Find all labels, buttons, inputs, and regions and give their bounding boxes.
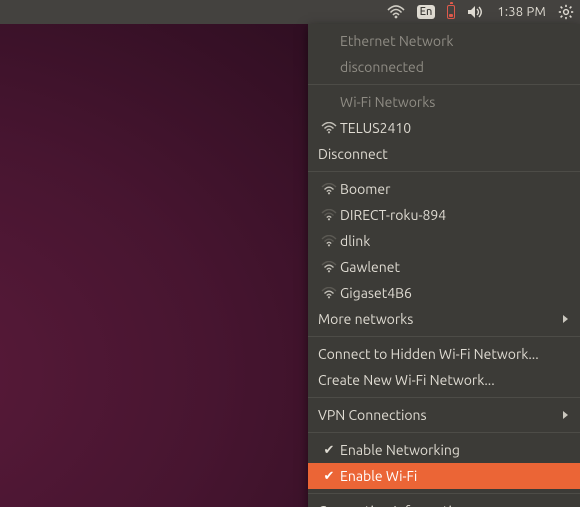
vpn-connections[interactable]: VPN Connections [308,402,580,428]
menu-separator [308,493,580,494]
wifi-network-item[interactable]: Gigaset4B6 [308,280,580,306]
wifi-signal-icon [318,209,340,221]
more-networks[interactable]: More networks [308,306,580,332]
connect-hidden-network[interactable]: Connect to Hidden Wi-Fi Network... [308,341,580,367]
language-indicator[interactable]: En [417,0,436,24]
connection-information[interactable]: Connection Information [308,498,580,507]
wifi-signal-icon [318,261,340,273]
clock[interactable]: 1:38 PM [497,0,546,24]
wifi-network-label: Gigaset4B6 [340,285,568,301]
wifi-section-header: Wi-Fi Networks [308,89,580,115]
enable-networking-label: Enable Networking [340,442,568,458]
battery-indicator-icon[interactable] [447,0,455,24]
ethernet-section-header: Ethernet Network [308,28,580,54]
wifi-network-label: DIRECT-roku-894 [340,207,568,223]
wifi-connected-network[interactable]: TELUS2410 [308,115,580,141]
submenu-arrow-icon [563,315,568,323]
wifi-network-item[interactable]: Boomer [308,176,580,202]
menu-separator [308,171,580,172]
checkmark-icon: ✔ [324,469,335,484]
menu-separator [308,432,580,433]
wifi-network-item[interactable]: DIRECT-roku-894 [308,202,580,228]
menu-separator [308,84,580,85]
wifi-network-item[interactable]: dlink [308,228,580,254]
session-gear-icon[interactable] [558,0,574,24]
wifi-signal-icon [318,183,340,195]
wifi-disconnect[interactable]: Disconnect [308,141,580,167]
volume-indicator-icon[interactable] [467,0,485,24]
ethernet-status-label: disconnected [340,59,568,75]
network-indicator-menu: Ethernet Network disconnected Wi-Fi Netw… [308,24,580,507]
wifi-network-label: Gawlenet [340,259,568,275]
wifi-network-item[interactable]: Gawlenet [308,254,580,280]
submenu-arrow-icon [563,411,568,419]
enable-wifi-label: Enable Wi-Fi [340,468,568,484]
wifi-header-label: Wi-Fi Networks [340,94,568,110]
wifi-signal-icon [318,122,340,134]
wifi-network-label: TELUS2410 [340,120,568,136]
wifi-network-label: Boomer [340,181,568,197]
connect-hidden-label: Connect to Hidden Wi-Fi Network... [318,346,568,362]
connection-info-label: Connection Information [318,503,568,507]
create-network-label: Create New Wi-Fi Network... [318,372,568,388]
clock-label: 1:38 PM [497,5,546,19]
wifi-signal-icon [318,287,340,299]
network-indicator-icon[interactable] [387,0,405,24]
create-new-network[interactable]: Create New Wi-Fi Network... [308,367,580,393]
top-panel: En 1:38 PM [0,0,580,24]
checkmark-icon: ✔ [324,443,335,458]
menu-separator [308,397,580,398]
wifi-network-label: dlink [340,233,568,249]
language-label: En [417,5,436,18]
more-networks-label: More networks [318,311,555,327]
enable-networking-toggle[interactable]: ✔ Enable Networking [308,437,580,463]
ethernet-header-label: Ethernet Network [340,33,568,49]
wifi-disconnect-label: Disconnect [318,146,568,162]
enable-wifi-toggle[interactable]: ✔ Enable Wi-Fi [308,463,580,489]
vpn-label: VPN Connections [318,407,555,423]
menu-separator [308,336,580,337]
wifi-signal-icon [318,235,340,247]
ethernet-status: disconnected [308,54,580,80]
